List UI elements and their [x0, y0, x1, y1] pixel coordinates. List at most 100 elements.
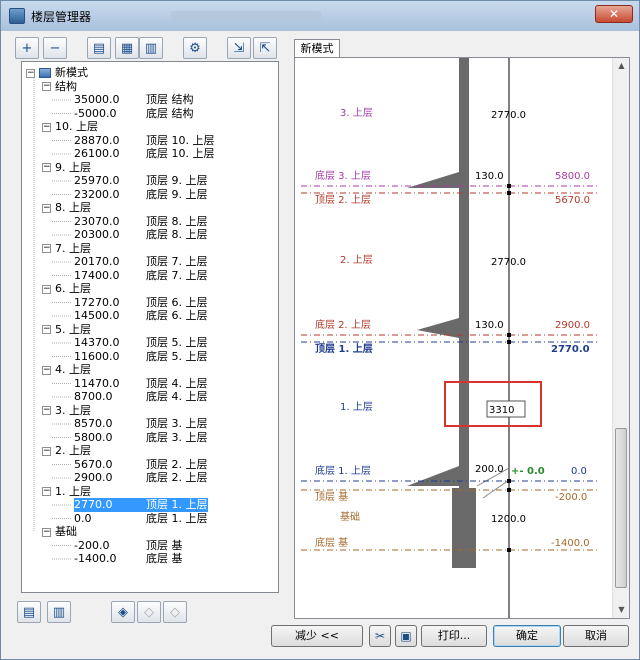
collapse-icon[interactable]: − — [42, 244, 51, 253]
level-elevation: 23200.0 — [74, 187, 120, 201]
wall-section — [459, 58, 469, 498]
elev-top1: 2770.0 — [551, 344, 590, 355]
collapse-icon[interactable]: − — [42, 203, 51, 213]
level-name: 底层 基 — [146, 552, 183, 565]
tree-group[interactable]: −5. 上层 — [42, 323, 91, 337]
ok-button[interactable]: 确定 — [493, 625, 561, 647]
level-elevation: 2900.0 — [74, 471, 113, 484]
tree-level-row[interactable]: 35000.0 顶层 结构 — [74, 93, 194, 107]
tree-level-row[interactable]: -5000.0 底层 结构 — [74, 107, 194, 121]
elev-bottom2: 2900.0 — [555, 320, 590, 331]
tree-level-row[interactable]: 11470.0 顶层 4. 上层 — [74, 377, 208, 391]
tree-group[interactable]: −6. 上层 — [42, 282, 91, 296]
add-structure-button[interactable]: ▦ — [115, 37, 139, 59]
tree-level-row[interactable]: 17400.0 底层 7. 上层 — [74, 269, 208, 283]
tree-level-row[interactable]: 25970.0 顶层 9. 上层 — [74, 174, 208, 188]
level-elevation: 14370.0 — [74, 336, 120, 349]
export-button[interactable]: ⇱ — [253, 37, 277, 59]
tree-group[interactable]: −9. 上层 — [42, 161, 91, 175]
export-icon: ⇱ — [259, 40, 271, 56]
level-name: 顶层 4. 上层 — [146, 376, 208, 390]
cancel-button[interactable]: 取消 — [563, 625, 629, 647]
tree-group[interactable]: −7. 上层 — [42, 242, 91, 256]
tree-group[interactable]: − 基础 — [42, 525, 77, 539]
tree-level-row[interactable]: 17270.0 顶层 6. 上层 — [74, 296, 208, 310]
close-button[interactable]: ✕ — [595, 5, 633, 23]
add-story-button[interactable]: + — [15, 37, 39, 59]
tree-level-row[interactable]: 20300.0 底层 8. 上层 — [74, 228, 208, 242]
tree-level-row[interactable]: 26100.0 底层 10. 上层 — [74, 147, 215, 161]
tree-group[interactable]: −10. 上层 — [42, 120, 98, 134]
level-name: 底层 10. 上层 — [146, 147, 215, 160]
section-view[interactable]: 3. 上层 2. 上层 1. 上层 基础 底层 3. 上层 顶层 2. 上层 底… — [294, 57, 630, 619]
collapse-icon[interactable]: − — [42, 527, 51, 537]
collapse-icon[interactable]: − — [42, 82, 51, 91]
preview-button[interactable]: ▣ — [395, 625, 417, 647]
tree-group[interactable]: −4. 上层 — [42, 363, 91, 377]
dim-slab-1: 200.0 — [475, 464, 504, 475]
story-tree[interactable]: − 新模式 − 结构 35000.0 顶层 结构 -5000.0 底层 结构 −10. 上层 2… — [21, 61, 279, 593]
delete-layer-icon: ▥ — [144, 40, 158, 56]
tools-button[interactable]: ✂ — [369, 625, 391, 647]
scroll-up-icon[interactable]: ▲ — [613, 58, 629, 74]
story-settings-button[interactable]: ▤ — [87, 37, 111, 59]
tab-new-model[interactable]: 新模式 — [294, 39, 340, 57]
tree-root[interactable]: − 新模式 — [26, 66, 88, 80]
copy-story-button[interactable]: ◇ — [137, 601, 161, 623]
view-story-button[interactable]: ◈ — [111, 601, 135, 623]
collapse-icon[interactable]: − — [42, 446, 51, 456]
tree-level-row[interactable]: 23070.0 顶层 8. 上层 — [74, 215, 208, 229]
collapse-icon[interactable]: − — [42, 163, 51, 172]
dim-height-1-input[interactable]: 3310 — [489, 405, 514, 416]
tree-level-row[interactable]: 28870.0 顶层 10. 上层 — [74, 134, 215, 148]
tree-level-row[interactable]: 8700.0 底层 4. 上层 — [74, 390, 208, 404]
scroll-down-icon[interactable]: ▼ — [613, 602, 629, 618]
print-button[interactable]: 打印... — [421, 625, 487, 647]
tree-group[interactable]: −1. 上层 — [42, 485, 91, 499]
collapse-icon[interactable]: − — [42, 365, 51, 375]
level-elevation: 25970.0 — [74, 174, 120, 187]
collapse-button[interactable]: 减少 << — [271, 625, 363, 647]
collapse-icon[interactable]: − — [26, 68, 35, 78]
collapse-icon[interactable]: − — [42, 325, 51, 334]
window-title: 楼层管理器 — [31, 9, 92, 24]
clear-story-button[interactable]: ▥ — [47, 601, 71, 623]
tree-level-row[interactable]: 2770.0 顶层 1. 上层 — [74, 498, 208, 512]
collapse-icon[interactable]: − — [42, 406, 51, 415]
section-scrollbar[interactable]: ▲ ▼ — [612, 58, 629, 618]
tree-level-row[interactable]: 0.0 底层 1. 上层 — [74, 512, 208, 526]
dim-height-3: 2770.0 — [491, 110, 526, 121]
level-name: 顶层 2. 上层 — [146, 457, 208, 471]
collapse-icon[interactable]: − — [42, 284, 51, 294]
paste-story-button[interactable]: ◇ — [163, 601, 187, 623]
tree-group-label: 1. 上层 — [55, 484, 91, 498]
tree-level-row[interactable]: 14500.0 底层 6. 上层 — [74, 309, 208, 323]
remove-story-button[interactable]: − — [43, 37, 67, 59]
scroll-thumb[interactable] — [615, 428, 627, 588]
tree-level-row[interactable]: 11600.0 底层 5. 上层 — [74, 350, 208, 364]
import-button[interactable]: ⇲ — [227, 37, 251, 59]
title-bar[interactable]: 楼层管理器 ✕ — [1, 1, 639, 31]
delete-structure-button[interactable]: ▥ — [139, 37, 163, 59]
tree-group[interactable]: −8. 上层 — [42, 201, 91, 215]
section-drawing: 3. 上层 2. 上层 1. 上层 基础 底层 3. 上层 顶层 2. 上层 底… — [301, 58, 599, 618]
tree-level-row[interactable]: -1400.0 底层 基 — [74, 552, 183, 566]
tree-level-row[interactable]: 23200.0 底层 9. 上层 — [74, 188, 208, 202]
collapse-icon[interactable]: − — [42, 487, 51, 496]
level-label-bottom2: 底层 2. 上层 — [315, 318, 371, 331]
collapse-icon[interactable]: − — [42, 122, 51, 132]
properties-button[interactable]: ⚙ — [183, 37, 207, 59]
edit-story-button[interactable]: ▤ — [17, 601, 41, 623]
tree-level-row[interactable]: -200.0 顶层 基 — [74, 539, 183, 553]
tree-level-row[interactable]: 5670.0 顶层 2. 上层 — [74, 458, 208, 472]
tree-group[interactable]: − 结构 — [42, 80, 77, 94]
tree-level-row[interactable]: 14370.0 顶层 5. 上层 — [74, 336, 208, 350]
dim-slab-3: 130.0 — [475, 171, 504, 182]
tree-level-row[interactable]: 20170.0 顶层 7. 上层 — [74, 255, 208, 269]
tree-level-row[interactable]: 2900.0 底层 2. 上层 — [74, 471, 208, 485]
tree-group[interactable]: −2. 上层 — [42, 444, 91, 458]
tree-group[interactable]: −3. 上层 — [42, 404, 91, 418]
tree-group-label: 5. 上层 — [55, 322, 91, 336]
tree-level-row[interactable]: 5800.0 底层 3. 上层 — [74, 431, 208, 445]
tree-level-row[interactable]: 8570.0 顶层 3. 上层 — [74, 417, 208, 431]
